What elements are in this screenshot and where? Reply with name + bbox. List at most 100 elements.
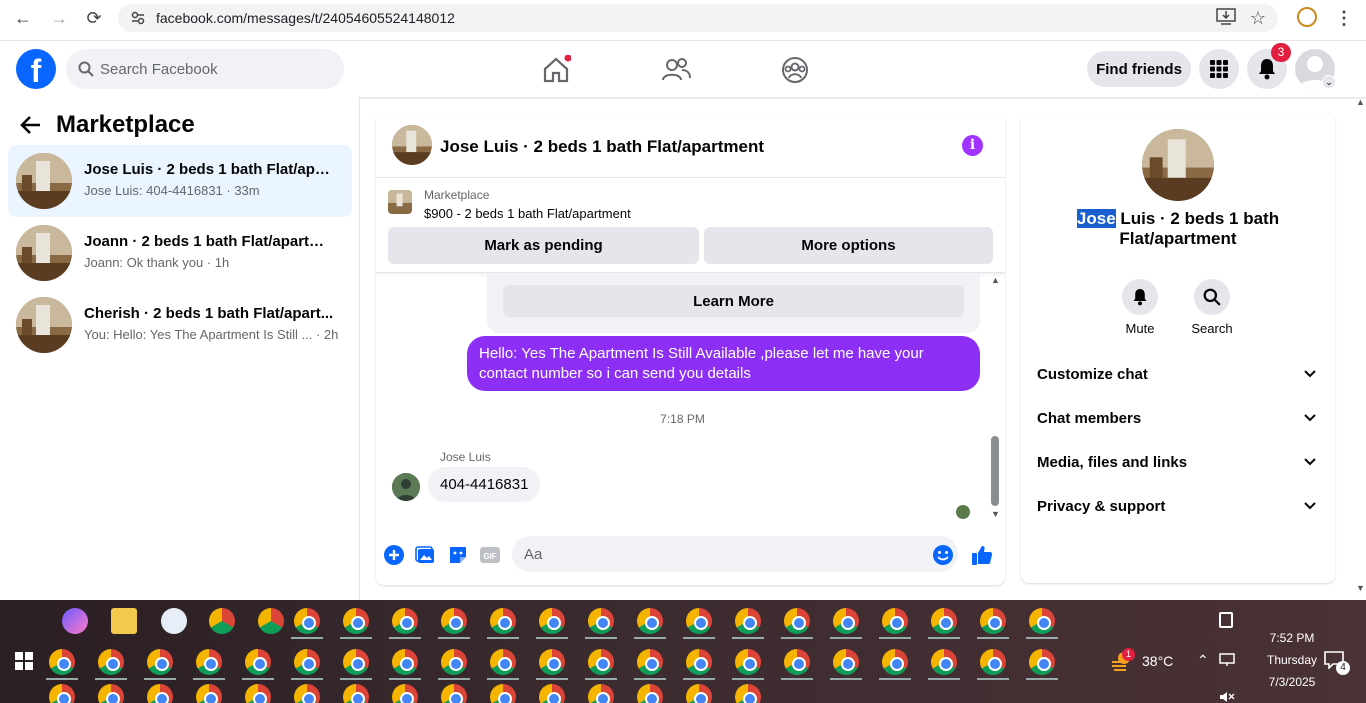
chrome-window-icon[interactable]	[147, 684, 173, 703]
page-scrollbar[interactable]: ▲ ▼	[1354, 97, 1366, 600]
scroll-up-icon[interactable]: ▲	[991, 275, 1000, 285]
show-hidden-icons-icon[interactable]: ⌃	[1197, 652, 1209, 669]
chrome-window-icon[interactable]	[392, 608, 418, 634]
chrome-window-icon[interactable]	[539, 684, 565, 703]
sticker-icon[interactable]	[447, 544, 469, 566]
chrome-window-icon[interactable]	[980, 649, 1006, 675]
chrome-window-icon[interactable]	[441, 684, 467, 703]
bookmark-star-icon[interactable]: ☆	[1243, 6, 1273, 30]
site-settings-icon[interactable]	[130, 10, 146, 26]
sender-avatar[interactable]	[392, 473, 420, 501]
chrome-window-icon[interactable]	[882, 649, 908, 675]
privacy-support-section[interactable]: Privacy & support	[1029, 487, 1327, 527]
file-explorer-icon[interactable]	[111, 608, 137, 634]
chrome-window-icon[interactable]	[490, 684, 516, 703]
chrome-window-icon[interactable]	[294, 684, 320, 703]
chrome-window-icon[interactable]	[245, 684, 271, 703]
conversation-item[interactable]: Cherish · 2 beds 1 bath Flat/apart... Yo…	[8, 289, 352, 361]
profile-icon[interactable]	[1297, 7, 1317, 27]
conversation-item[interactable]: Jose Luis · 2 beds 1 bath Flat/apart... …	[8, 145, 352, 217]
chrome-window-icon[interactable]	[294, 608, 320, 634]
chrome-window-icon[interactable]	[392, 684, 418, 703]
more-options-button[interactable]: More options	[704, 227, 993, 264]
back-icon[interactable]: ←	[8, 6, 38, 30]
chrome-window-icon[interactable]	[196, 684, 222, 703]
chrome-window-icon[interactable]	[539, 649, 565, 675]
chrome-window-icon[interactable]	[735, 649, 761, 675]
friends-icon[interactable]	[661, 55, 691, 85]
chrome-window-icon[interactable]	[686, 684, 712, 703]
paint-icon[interactable]	[161, 608, 187, 634]
groups-icon[interactable]	[780, 55, 810, 85]
message-input[interactable]	[512, 536, 958, 572]
clock-date[interactable]: 7/3/2025	[1250, 675, 1334, 689]
chrome-window-icon[interactable]	[833, 649, 859, 675]
chrome-window-icon[interactable]	[637, 649, 663, 675]
copilot-icon[interactable]	[62, 608, 88, 634]
emoji-icon[interactable]	[932, 544, 954, 566]
chrome-window-icon[interactable]	[98, 649, 124, 675]
customize-chat-section[interactable]: Customize chat	[1029, 355, 1327, 395]
listing-price-title[interactable]: $900 - 2 beds 1 bath Flat/apartment	[424, 206, 631, 221]
chrome-window-icon[interactable]	[931, 649, 957, 675]
search-circle[interactable]	[1194, 279, 1230, 315]
chat-title[interactable]: Jose Luis · 2 beds 1 bath Flat/apartment	[440, 137, 764, 157]
chrome-window-icon[interactable]	[98, 684, 124, 703]
chrome-window-icon[interactable]	[343, 649, 369, 675]
scroll-down-icon[interactable]: ▼	[991, 509, 1000, 519]
reload-icon[interactable]: ⟳	[79, 6, 109, 30]
volume-muted-icon[interactable]	[1219, 691, 1235, 703]
chrome-window-icon[interactable]	[686, 608, 712, 634]
chrome-window-icon[interactable]	[882, 608, 908, 634]
chrome-window-icon[interactable]	[784, 608, 810, 634]
network-icon[interactable]	[1219, 653, 1237, 667]
chrome-window-icon[interactable]	[735, 684, 761, 703]
chrome-window-icon[interactable]	[490, 608, 516, 634]
chrome-window-icon[interactable]	[980, 608, 1006, 634]
chrome-window-icon[interactable]	[441, 608, 467, 634]
chat-avatar[interactable]	[392, 125, 432, 165]
search-in-chat-button[interactable]: Search	[1182, 279, 1242, 336]
menu-grid-button[interactable]	[1199, 49, 1239, 89]
chrome-window-icon[interactable]	[245, 649, 271, 675]
media-files-links-section[interactable]: Media, files and links	[1029, 443, 1327, 483]
chrome-window-icon[interactable]	[1029, 649, 1055, 675]
chrome-window-icon[interactable]	[637, 684, 663, 703]
mark-as-pending-button[interactable]: Mark as pending	[388, 227, 699, 264]
learn-more-button[interactable]: Learn More	[503, 285, 964, 317]
gif-icon[interactable]: GIF	[479, 544, 501, 566]
chrome-window-icon[interactable]	[931, 608, 957, 634]
scroll-down-icon[interactable]: ▼	[1356, 583, 1365, 593]
chrome-window-icon[interactable]	[392, 649, 418, 675]
phone-link-icon[interactable]	[1219, 612, 1233, 628]
search-facebook-input[interactable]: Search Facebook	[66, 49, 344, 89]
install-app-icon[interactable]	[1216, 8, 1236, 26]
listing-thumbnail[interactable]	[388, 190, 412, 214]
chrome-profile-icon[interactable]	[209, 608, 235, 634]
chrome-window-icon[interactable]	[147, 649, 173, 675]
home-icon[interactable]	[541, 55, 571, 85]
chrome-window-icon[interactable]	[441, 649, 467, 675]
back-arrow-icon[interactable]	[20, 115, 42, 135]
chrome-window-icon[interactable]	[539, 608, 565, 634]
browser-menu-icon[interactable]: ⋮	[1329, 6, 1359, 30]
photo-icon[interactable]	[415, 544, 437, 566]
temperature[interactable]: 38°C	[1142, 653, 1173, 669]
thumbs-up-icon[interactable]	[971, 544, 993, 566]
mute-circle[interactable]	[1122, 279, 1158, 315]
chrome-window-icon[interactable]	[343, 608, 369, 634]
address-bar[interactable]: facebook.com/messages/t/2405460552414801…	[118, 4, 1278, 32]
chrome-window-icon[interactable]	[588, 684, 614, 703]
scrollbar-thumb[interactable]	[991, 436, 999, 506]
find-friends-button[interactable]: Find friends	[1087, 51, 1191, 87]
account-chevron-icon[interactable]: ⌄	[1322, 75, 1336, 89]
clock-day[interactable]: Thursday	[1250, 653, 1334, 667]
facebook-logo[interactable]: f	[16, 49, 56, 89]
chat-profile-avatar[interactable]	[1142, 129, 1214, 201]
chrome-window-icon[interactable]	[784, 649, 810, 675]
chrome-window-icon[interactable]	[735, 608, 761, 634]
windows-start-icon[interactable]	[15, 652, 33, 670]
chrome-window-icon[interactable]	[686, 649, 712, 675]
url-text[interactable]: facebook.com/messages/t/2405460552414801…	[156, 10, 455, 26]
clock-time[interactable]: 7:52 PM	[1250, 631, 1334, 645]
